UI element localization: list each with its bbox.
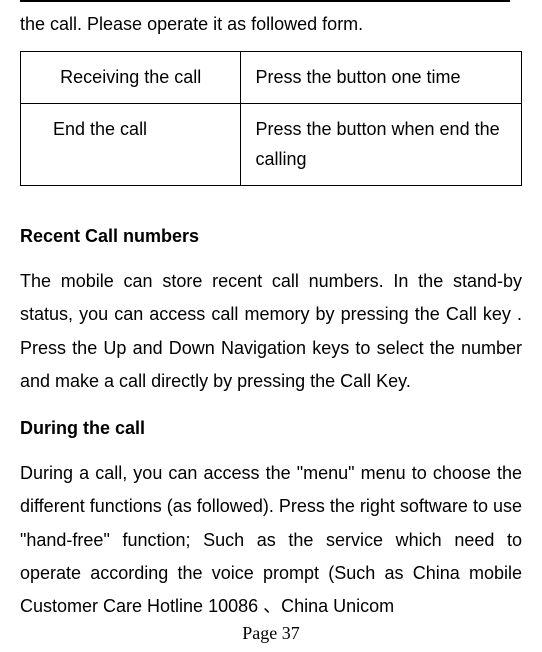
table-cell-instruction: Press the button when end the calling	[241, 103, 522, 185]
table-cell-action: Receiving the call	[21, 52, 241, 104]
page-number: Page 37	[0, 623, 542, 644]
table-row: End the call Press the button when end t…	[21, 103, 522, 185]
table-cell-instruction: Press the button one time	[241, 52, 522, 104]
horizontal-rule	[20, 0, 510, 2]
intro-text: the call. Please operate it as followed …	[20, 12, 522, 37]
table-row: Receiving the call Press the button one …	[21, 52, 522, 104]
section-heading-during: During the call	[20, 418, 522, 439]
section-body-during: During a call, you can access the "menu"…	[20, 457, 522, 623]
section-body-recent: The mobile can store recent call numbers…	[20, 265, 522, 398]
section-heading-recent: Recent Call numbers	[20, 226, 522, 247]
instruction-table: Receiving the call Press the button one …	[20, 51, 522, 186]
table-cell-action: End the call	[21, 103, 241, 185]
